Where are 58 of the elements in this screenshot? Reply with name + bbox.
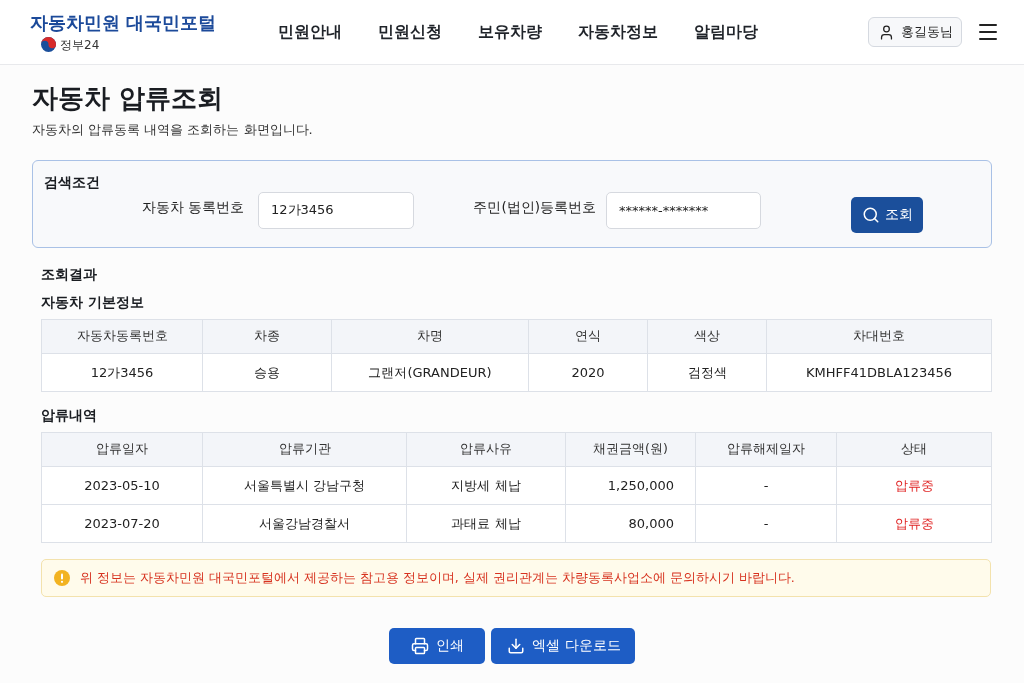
input-field[interactable]: ******-******* [606,191,761,229]
page-title: 자동차 압류조회 [32,82,224,115]
results-title: 조회결과 [41,266,97,283]
status-cell: 압류중 [836,466,992,505]
notice-text: 위 정보는 자동차민원 대국민포털에서 제공하는 참고용 정보이며, 실제 권리관계는 차량동록사업소에 문의하시기 바랍니다. [80,569,795,587]
table-cell: 검정색 [647,353,767,392]
nav-link[interactable]: 민원신청 [378,21,442,43]
table-cell: 2023-07-20 [41,504,203,543]
table-cell: 80,000 [565,504,696,543]
download-icon [507,637,526,655]
table-cell: 그랜저(GRANDEUR) [331,353,529,392]
nav-link[interactable]: 자동차정보 [578,21,658,43]
field-label: 자동차 동록번호 [140,199,244,217]
column-header: 압류해제일자 [695,432,837,467]
table-title: 자동차 기본정보 [41,294,144,311]
user-button[interactable]: 홍길동님 [868,17,962,47]
table-cell: 12가3456 [41,353,203,392]
emblem-icon [41,37,56,52]
table-cell: - [695,504,837,543]
column-header: 차명 [331,319,529,354]
user-icon [878,23,895,41]
column-header: 차대번호 [766,319,992,354]
table-cell: 2023-05-10 [41,466,203,505]
search-button[interactable]: 조회 [851,197,923,233]
column-header: 색상 [647,319,767,354]
table-cell: - [695,466,837,505]
column-header: 연식 [528,319,648,354]
printer-icon [411,637,430,655]
column-header: 압류일자 [41,432,203,467]
table-cell: 지방세 체납 [406,466,566,505]
alert-icon [54,570,70,586]
field-label: 주민(법인)등록번호 [472,199,596,217]
status-cell: 압류중 [836,504,992,543]
table-cell: 서울강남경찰서 [202,504,407,543]
column-header: 상태 [836,432,992,467]
nav-link[interactable]: 알림마당 [694,21,758,43]
column-header: 압류기관 [202,432,407,467]
input-field[interactable]: 12가3456 [258,191,414,229]
nav-link[interactable]: 보유차량 [478,21,542,43]
column-header: 채권금액(원) [565,432,696,467]
table-cell: 서울특별시 강남구청 [202,466,407,505]
search-icon [861,206,880,224]
page-description: 자동차의 압류동록 내역을 조회하는 화면입니다. [32,121,313,139]
site-logo-title: 자동차민원 대국민포털 [30,12,218,34]
table-title: 압류내역 [41,407,97,424]
download-button[interactable]: 엑셀 다운로드 [491,628,635,664]
column-header: 자동차동록번호 [41,319,203,354]
table-cell: 과태료 체납 [406,504,566,543]
table-cell: 1,250,000 [565,466,696,505]
nav-link[interactable]: 민원안내 [278,21,342,43]
table-cell: 승용 [202,353,332,392]
table-cell: KMHFF41DBLA123456 [766,353,992,392]
print-button[interactable]: 인쇄 [389,628,486,664]
site-logo-subtitle: 정부24 [60,37,100,52]
search-panel-title: 검색조건 [44,174,100,191]
table-cell: 2020 [528,353,648,392]
column-header: 차종 [202,319,332,354]
column-header: 압류사유 [406,432,566,467]
